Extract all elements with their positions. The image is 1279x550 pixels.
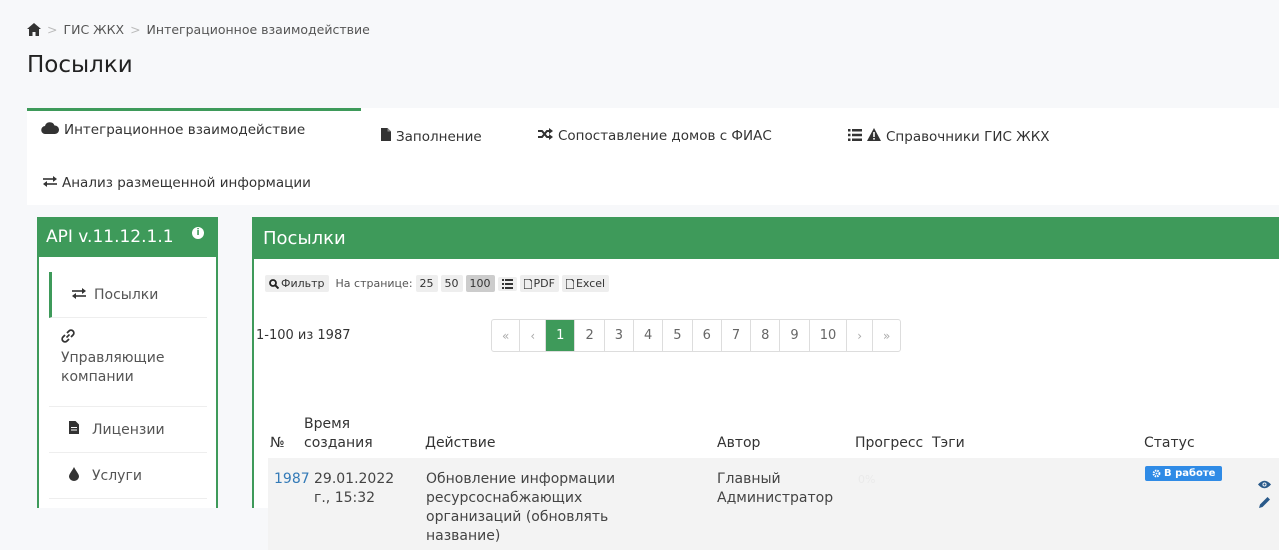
sidebar-header: API v.11.12.1.1 i bbox=[37, 217, 218, 257]
file-icon bbox=[381, 128, 391, 145]
tab-filling[interactable]: Заполнение bbox=[381, 128, 482, 145]
per-page-50[interactable]: 50 bbox=[440, 275, 463, 292]
warning-icon bbox=[867, 128, 881, 145]
info-icon[interactable]: i bbox=[192, 227, 204, 239]
page-4[interactable]: 4 bbox=[634, 320, 664, 351]
tabs-panel: Интеграционное взаимодействие Заполнение… bbox=[27, 108, 1279, 205]
tab-label: Интеграционное взаимодействие bbox=[64, 122, 306, 138]
sidebar-item-licenses[interactable]: Лицензии bbox=[49, 407, 207, 453]
records-count: 1-100 из 1987 bbox=[256, 328, 351, 343]
panel-header: Посылки bbox=[252, 217, 1279, 259]
page-first-button[interactable]: « bbox=[492, 320, 521, 351]
page-next-button[interactable]: › bbox=[847, 320, 874, 351]
pencil-icon[interactable] bbox=[1259, 493, 1271, 512]
sidebar-menu: Посылки Управляющие компании Лицензии Ус… bbox=[39, 257, 216, 508]
per-page-label: На странице: bbox=[335, 277, 413, 290]
per-page-25[interactable]: 25 bbox=[415, 275, 438, 292]
sidebar-item-parcels[interactable]: Посылки bbox=[49, 272, 207, 318]
column-header-status[interactable]: Статус bbox=[1144, 434, 1195, 453]
list-icon bbox=[848, 128, 862, 145]
breadcrumb: > ГИС ЖКХ > Интеграционное взаимодействи… bbox=[27, 22, 370, 37]
drop-icon bbox=[69, 466, 79, 485]
column-header-time[interactable]: Время создания bbox=[304, 415, 384, 453]
sidebar-item-label: Услуги bbox=[92, 467, 142, 484]
page-7[interactable]: 7 bbox=[722, 320, 752, 351]
tab-references[interactable]: Справочники ГИС ЖКХ bbox=[848, 128, 1050, 145]
file-icon bbox=[69, 421, 79, 438]
exchange-icon bbox=[72, 287, 86, 303]
sidebar-item-label: Лицензии bbox=[92, 421, 165, 438]
pdf-label: PDF bbox=[533, 277, 555, 290]
row-action: Обновление информации ресурсоснабжающих … bbox=[426, 471, 616, 544]
breadcrumb-separator: > bbox=[130, 22, 141, 37]
file-excel-icon bbox=[565, 278, 574, 289]
parcels-panel: Посылки Фильтр На странице: 25 50 100 PD… bbox=[252, 217, 1279, 550]
column-header-action[interactable]: Действие bbox=[425, 434, 495, 453]
column-header-tags[interactable]: Тэги bbox=[932, 434, 965, 453]
page-title: Посылки bbox=[27, 52, 133, 78]
pdf-export-button[interactable]: PDF bbox=[519, 275, 559, 292]
sidebar-title: API v.11.12.1.1 bbox=[46, 227, 174, 247]
exchange-icon bbox=[43, 175, 57, 191]
api-sidebar: API v.11.12.1.1 i Посылки Управляющие ко… bbox=[37, 217, 218, 508]
page-last-button[interactable]: » bbox=[873, 320, 900, 351]
filter-button[interactable]: Фильтр bbox=[265, 275, 329, 292]
breadcrumb-item-gis[interactable]: ГИС ЖКХ bbox=[63, 22, 124, 37]
tab-integration[interactable]: Интеграционное взаимодействие bbox=[27, 108, 361, 149]
row-number-link[interactable]: 1987 bbox=[274, 470, 310, 489]
breadcrumb-separator: > bbox=[47, 22, 58, 37]
table-row: 1987 29.01.2022 г., 15:32 Обновление инф… bbox=[268, 458, 1279, 550]
per-page-100[interactable]: 100 bbox=[465, 275, 495, 292]
page-2[interactable]: 2 bbox=[575, 320, 605, 351]
panel-title: Посылки bbox=[263, 227, 346, 249]
tab-analysis[interactable]: Анализ размещенной информации bbox=[43, 175, 311, 191]
sidebar-item-label: Управляющие компании bbox=[61, 350, 165, 385]
search-icon bbox=[269, 278, 279, 289]
excel-export-button[interactable]: Excel bbox=[561, 275, 610, 292]
page-1[interactable]: 1 bbox=[546, 320, 576, 351]
sidebar-item-label: Посылки bbox=[94, 286, 159, 303]
eye-icon[interactable] bbox=[1258, 474, 1271, 493]
tab-label: Анализ размещенной информации bbox=[62, 175, 311, 191]
page-prev-button[interactable]: ‹ bbox=[520, 320, 547, 351]
columns-button[interactable] bbox=[497, 276, 517, 291]
pagination: « ‹ 1 2 3 4 5 6 7 8 9 10 › » bbox=[491, 319, 902, 352]
page-5[interactable]: 5 bbox=[663, 320, 693, 351]
breadcrumb-item-integration: Интеграционное взаимодействие bbox=[146, 22, 370, 37]
tab-fias-mapping[interactable]: Сопоставление домов с ФИАС bbox=[538, 128, 772, 144]
row-author: Главный Администратор bbox=[717, 471, 834, 506]
list-icon bbox=[501, 278, 513, 289]
column-header-progress[interactable]: Прогресс bbox=[855, 434, 923, 453]
row-created-time: 29.01.2022 г., 15:32 bbox=[314, 471, 395, 506]
tab-label: Заполнение bbox=[396, 128, 482, 145]
link-icon bbox=[61, 329, 207, 347]
table-toolbar: Фильтр На странице: 25 50 100 PDF Excel bbox=[265, 275, 610, 292]
filter-label: Фильтр bbox=[281, 277, 325, 290]
excel-label: Excel bbox=[575, 277, 606, 290]
tab-label: Справочники ГИС ЖКХ bbox=[886, 128, 1050, 145]
status-label: В работе bbox=[1164, 468, 1216, 479]
sidebar-item-services[interactable]: Услуги bbox=[49, 453, 207, 499]
file-pdf-icon bbox=[523, 278, 532, 289]
page-10[interactable]: 10 bbox=[810, 320, 848, 351]
column-header-num[interactable]: № bbox=[270, 434, 285, 453]
sidebar-item-management-companies[interactable]: Управляющие компании bbox=[49, 329, 207, 407]
home-icon[interactable] bbox=[27, 23, 41, 36]
tab-label: Сопоставление домов с ФИАС bbox=[558, 128, 772, 144]
status-badge: В работе bbox=[1145, 466, 1223, 481]
panel-body: Фильтр На странице: 25 50 100 PDF Excel … bbox=[254, 259, 1279, 550]
cloud-icon bbox=[41, 122, 60, 138]
page-8[interactable]: 8 bbox=[751, 320, 781, 351]
column-header-author[interactable]: Автор bbox=[717, 434, 760, 453]
gear-icon bbox=[1152, 469, 1161, 478]
page-9[interactable]: 9 bbox=[780, 320, 810, 351]
page-6[interactable]: 6 bbox=[693, 320, 722, 351]
shuffle-icon bbox=[538, 128, 553, 144]
row-progress: 0% bbox=[858, 473, 876, 486]
page-3[interactable]: 3 bbox=[605, 320, 634, 351]
